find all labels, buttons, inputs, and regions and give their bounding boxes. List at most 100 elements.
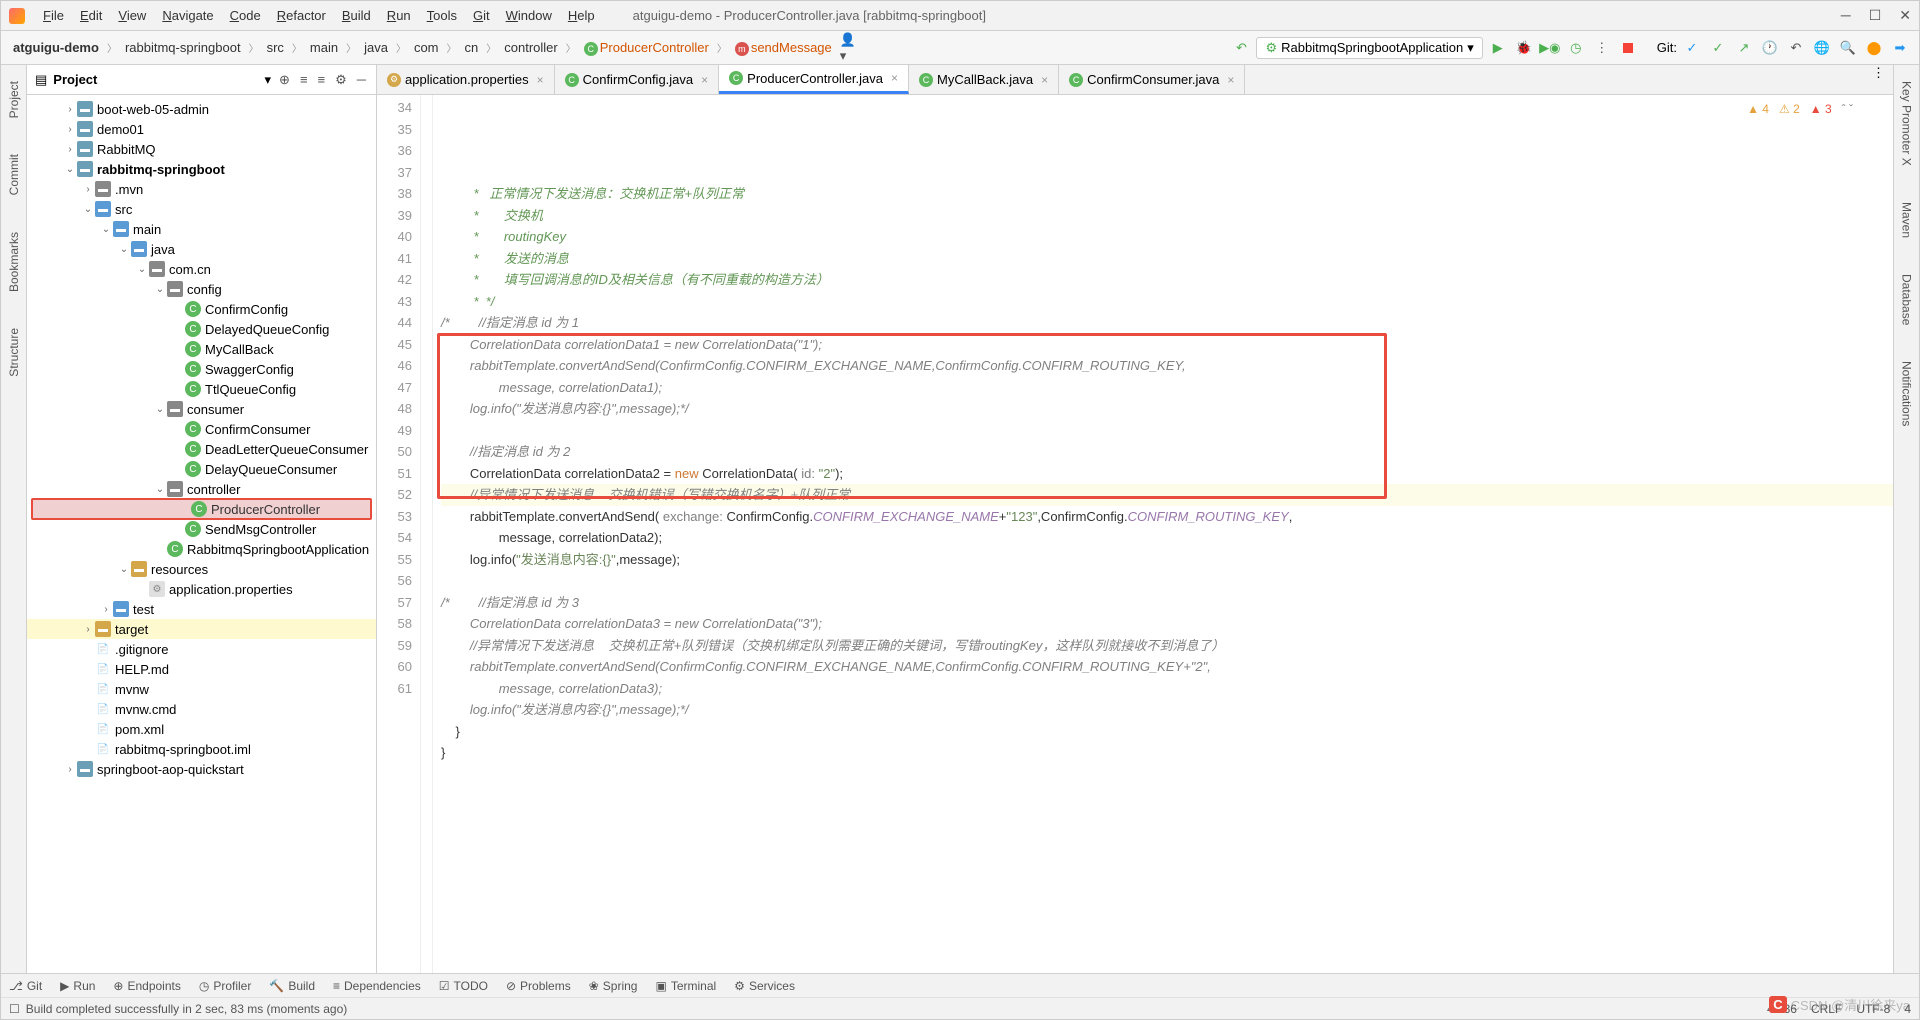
- close-tab-icon[interactable]: ×: [537, 73, 544, 87]
- tree-item[interactable]: ⌄▬rabbitmq-springboot: [27, 159, 376, 179]
- code-line[interactable]: * 正常情况下发送消息：交换机正常+队列正常: [441, 183, 1893, 205]
- code-line[interactable]: * routingKey: [441, 226, 1893, 248]
- code-line[interactable]: CorrelationData correlationData1 = new C…: [441, 334, 1893, 356]
- tree-item[interactable]: CRabbitmqSpringbootApplication: [27, 539, 376, 559]
- code-line[interactable]: //异常情况下发送消息 交换机错误（写错交换机名字）+队列正常: [441, 484, 1893, 506]
- menu-view[interactable]: View: [110, 8, 154, 23]
- menu-tools[interactable]: Tools: [419, 8, 465, 23]
- git-rollback-icon[interactable]: ↶: [1785, 37, 1807, 59]
- tool-structure[interactable]: Structure: [5, 320, 23, 385]
- breadcrumb-item[interactable]: com: [410, 38, 443, 57]
- code-line[interactable]: * */: [441, 291, 1893, 313]
- editor-tab[interactable]: ⚙application.properties×: [377, 65, 555, 94]
- search-icon[interactable]: 🔍: [1837, 37, 1859, 59]
- tree-item[interactable]: ⚙application.properties: [27, 579, 376, 599]
- editor-tab[interactable]: CProducerController.java×: [719, 65, 909, 94]
- bottom-tab-terminal[interactable]: ▣Terminal: [655, 979, 716, 993]
- tree-item[interactable]: ›▬.mvn: [27, 179, 376, 199]
- profile-icon[interactable]: ◷: [1565, 37, 1587, 59]
- close-tab-icon[interactable]: ×: [891, 71, 898, 85]
- menu-window[interactable]: Window: [498, 8, 560, 23]
- menu-help[interactable]: Help: [560, 8, 603, 23]
- menu-run[interactable]: Run: [379, 8, 419, 23]
- tool-project[interactable]: Project: [5, 73, 23, 126]
- code-line[interactable]: message, correlationData2);: [441, 527, 1893, 549]
- code-line[interactable]: CorrelationData correlationData3 = new C…: [441, 613, 1893, 635]
- users-icon[interactable]: 👤▾: [840, 37, 862, 59]
- tool-notifications[interactable]: Notifications: [1898, 353, 1916, 434]
- tree-item[interactable]: CConfirmConsumer: [27, 419, 376, 439]
- code-line[interactable]: }: [441, 742, 1893, 764]
- tool-commit[interactable]: Commit: [5, 146, 23, 203]
- code-line[interactable]: rabbitTemplate.convertAndSend(ConfirmCon…: [441, 355, 1893, 377]
- tree-item[interactable]: 📄rabbitmq-springboot.iml: [27, 739, 376, 759]
- code-editor[interactable]: ▲ 4 ⚠ 2 ▲ 3 ˆ ˇ * 正常情况下发送消息：交换机正常+队列正常 *…: [433, 95, 1893, 973]
- code-line[interactable]: rabbitTemplate.convertAndSend( exchange:…: [441, 506, 1893, 528]
- code-line[interactable]: [441, 420, 1893, 442]
- code-line[interactable]: log.info("发送消息内容:{}",message);*/: [441, 699, 1893, 721]
- code-line[interactable]: //异常情况下发送消息 交换机正常+队列错误（交换机绑定队列需要正确的关键词，写…: [441, 635, 1893, 657]
- tree-item[interactable]: 📄mvnw.cmd: [27, 699, 376, 719]
- git-update-icon[interactable]: ✓: [1681, 37, 1703, 59]
- tree-item[interactable]: ⌄▬main: [27, 219, 376, 239]
- tree-item[interactable]: CProducerController: [31, 498, 372, 520]
- close-tab-icon[interactable]: ×: [701, 73, 708, 87]
- project-tree[interactable]: ›▬boot-web-05-admin›▬demo01›▬RabbitMQ⌄▬r…: [27, 95, 376, 973]
- tree-item[interactable]: ›▬springboot-aop-quickstart: [27, 759, 376, 779]
- code-line[interactable]: /* //指定消息 id 为 3: [441, 592, 1893, 614]
- editor-tab[interactable]: CConfirmConsumer.java×: [1059, 65, 1245, 94]
- close-tab-icon[interactable]: ×: [1041, 73, 1048, 87]
- ide-scripting-icon[interactable]: ⬤: [1863, 37, 1885, 59]
- more-run-icon[interactable]: ⋮: [1591, 37, 1613, 59]
- bottom-tab-problems[interactable]: ⊘Problems: [506, 979, 571, 993]
- tree-item[interactable]: CConfirmConfig: [27, 299, 376, 319]
- close-tab-icon[interactable]: ×: [1227, 73, 1234, 87]
- breadcrumb-item[interactable]: atguigu-demo: [9, 38, 103, 57]
- bottom-tab-run[interactable]: ▶Run: [60, 979, 95, 993]
- locate-icon[interactable]: ⊕: [277, 70, 292, 90]
- bottom-tab-profiler[interactable]: ◷Profiler: [199, 979, 252, 993]
- bottom-tab-git[interactable]: ⎇Git: [9, 979, 42, 993]
- tree-item[interactable]: CMyCallBack: [27, 339, 376, 359]
- breadcrumb-class[interactable]: CProducerController: [580, 38, 713, 58]
- bottom-tab-spring[interactable]: ❀Spring: [589, 979, 638, 993]
- breadcrumb-item[interactable]: rabbitmq-springboot: [121, 38, 245, 57]
- tool-database[interactable]: Database: [1898, 266, 1916, 333]
- expand-all-icon[interactable]: ≡: [298, 70, 310, 89]
- tree-item[interactable]: CSwaggerConfig: [27, 359, 376, 379]
- debug-icon[interactable]: 🐞: [1513, 37, 1535, 59]
- tree-item[interactable]: ›▬demo01: [27, 119, 376, 139]
- menu-edit[interactable]: Edit: [72, 8, 110, 23]
- breadcrumb-item[interactable]: controller: [500, 38, 561, 57]
- bottom-tab-services[interactable]: ⚙Services: [734, 979, 795, 993]
- tree-item[interactable]: CDelayedQueueConfig: [27, 319, 376, 339]
- code-line[interactable]: CorrelationData correlationData2 = new C…: [441, 463, 1893, 485]
- menu-build[interactable]: Build: [334, 8, 379, 23]
- breadcrumb-item[interactable]: main: [306, 38, 342, 57]
- tree-item[interactable]: CDeadLetterQueueConsumer: [27, 439, 376, 459]
- collapse-all-icon[interactable]: ≡: [316, 70, 328, 89]
- bottom-tab-endpoints[interactable]: ⊕Endpoints: [113, 979, 180, 993]
- menu-code[interactable]: Code: [222, 8, 269, 23]
- bottom-tab-dependencies[interactable]: ≡Dependencies: [333, 979, 421, 993]
- tree-item[interactable]: ⌄▬config: [27, 279, 376, 299]
- run-icon[interactable]: ▶: [1487, 37, 1509, 59]
- tree-item[interactable]: ›▬RabbitMQ: [27, 139, 376, 159]
- minimize-icon[interactable]: ─: [1841, 7, 1851, 24]
- code-line[interactable]: [441, 570, 1893, 592]
- tree-item[interactable]: CDelayQueueConsumer: [27, 459, 376, 479]
- back-icon[interactable]: ↶: [1230, 37, 1252, 59]
- tree-item[interactable]: 📄mvnw: [27, 679, 376, 699]
- code-line[interactable]: message, correlationData3);: [441, 678, 1893, 700]
- tree-item[interactable]: ⌄▬com.cn: [27, 259, 376, 279]
- tree-item[interactable]: ›▬boot-web-05-admin: [27, 99, 376, 119]
- menu-git[interactable]: Git: [465, 8, 498, 23]
- tree-item[interactable]: ⌄▬src: [27, 199, 376, 219]
- coverage-icon[interactable]: ▶◉: [1539, 37, 1561, 59]
- git-commit-icon[interactable]: ✓: [1707, 37, 1729, 59]
- tree-item[interactable]: CTtlQueueConfig: [27, 379, 376, 399]
- git-history-icon[interactable]: 🕐: [1759, 37, 1781, 59]
- tree-item[interactable]: CSendMsgController: [27, 519, 376, 539]
- translate-icon[interactable]: 🌐: [1811, 37, 1833, 59]
- breadcrumb-item[interactable]: src: [263, 38, 288, 57]
